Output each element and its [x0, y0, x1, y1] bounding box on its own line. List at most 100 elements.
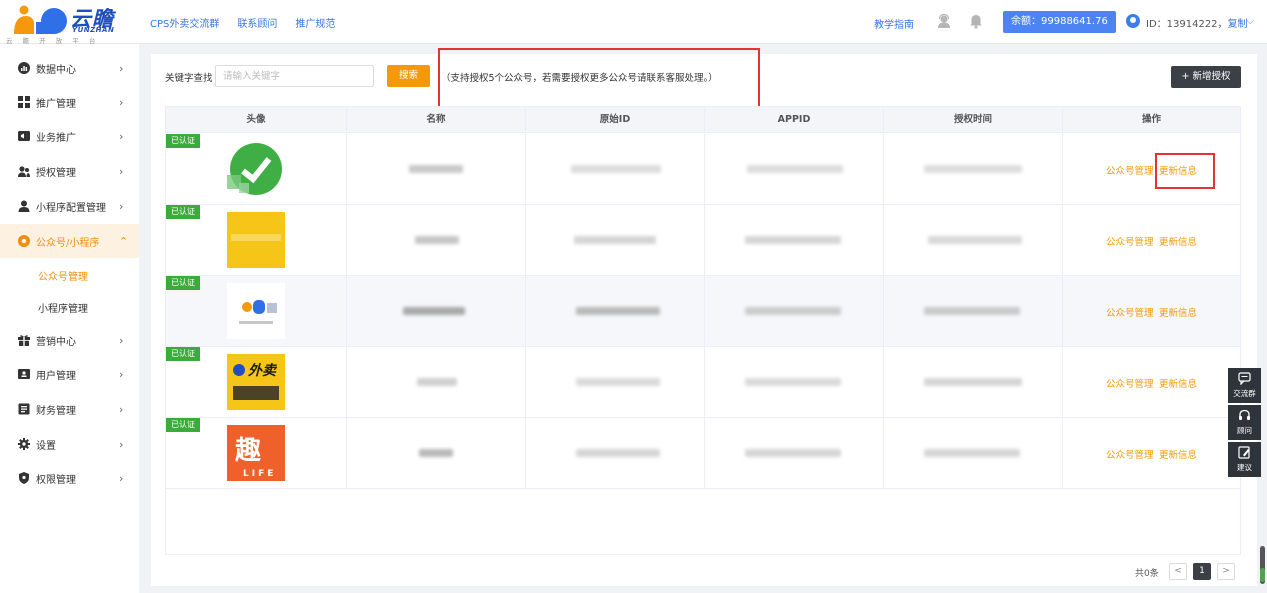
chevron-right-icon: › [119, 333, 124, 347]
sidebar-item-miniprogram-config[interactable]: 小程序配置管理 › [0, 189, 139, 223]
update-info-link[interactable]: 更新信息 [1159, 376, 1197, 390]
redacted-text [403, 307, 465, 315]
float-advisor-button[interactable]: 顾问 [1228, 405, 1261, 440]
chart-icon [18, 62, 30, 74]
users-icon [18, 166, 30, 177]
logo-mark-icon [14, 5, 67, 34]
nav-link-contact-advisor[interactable]: 联系顾问 [237, 15, 277, 30]
headset-icon [1239, 409, 1250, 420]
user-id-text: ID：13914222， [1146, 19, 1228, 30]
page-scrollbar[interactable] [1260, 546, 1265, 584]
sidebar-item-settings[interactable]: 设置 › [0, 427, 139, 461]
nav-link-promotion-rules[interactable]: 推广规范 [295, 15, 335, 30]
redacted-text [415, 236, 459, 244]
brand-logo[interactable]: 云瞻 YUNZHAN 云 瞻 开 放 平 台 [6, 3, 116, 45]
manage-account-link[interactable]: 公众号管理 [1106, 447, 1154, 461]
update-info-link[interactable]: 更新信息 [1159, 234, 1197, 248]
sidebar: 数据中心 › 推广管理 › 业务推广 › 授权管理 › 小程序配置管理 › 公众… [0, 44, 139, 593]
verified-badge: 已认证 [166, 276, 200, 290]
table-row: 已认证 公众号管理 更新信息 [166, 276, 1240, 347]
chevron-up-icon: ⌃ [119, 234, 129, 248]
actions-cell: 公众号管理 更新信息 [1063, 276, 1240, 347]
update-info-link[interactable]: 更新信息 [1159, 305, 1197, 319]
update-info-link[interactable]: 更新信息 [1159, 447, 1197, 461]
manage-account-link[interactable]: 公众号管理 [1106, 234, 1154, 248]
edit-icon [1238, 446, 1250, 459]
sidebar-item-official-account[interactable]: 公众号/小程序 ⌃ [0, 224, 139, 258]
manage-account-link[interactable]: 公众号管理 [1106, 163, 1154, 177]
column-header-name: 名称 [347, 107, 526, 133]
account-avatar-image: 趣 LIFE [227, 425, 285, 481]
sidebar-item-label: 财务管理 [36, 405, 76, 417]
sidebar-item-label: 推广管理 [36, 98, 76, 110]
bell-icon[interactable] [968, 13, 984, 29]
name-cell [347, 276, 526, 347]
redacted-text [924, 449, 1020, 457]
add-authorization-button[interactable]: + 新增授权 [1171, 66, 1241, 88]
redacted-text [745, 307, 841, 315]
teaching-guide-link[interactable]: 教学指南 [874, 16, 914, 31]
verified-badge: 已认证 [166, 347, 200, 361]
column-header-actions: 操作 [1141, 114, 1161, 125]
sidebar-item-finance-mgmt[interactable]: 财务管理 › [0, 392, 139, 426]
sidebar-item-data-center[interactable]: 数据中心 › [0, 51, 139, 85]
avatar[interactable] [1126, 14, 1140, 28]
redacted-text [576, 378, 660, 386]
actions-cell: 公众号管理 更新信息 [1063, 205, 1240, 276]
chevron-right-icon: › [119, 367, 124, 381]
top-nav: CPS外卖交流群 联系顾问 推广规范 [150, 15, 335, 30]
sidebar-item-user-mgmt[interactable]: 用户管理 › [0, 357, 139, 391]
sidebar-subitem-miniprogram-mgmt[interactable]: 小程序管理 [0, 290, 139, 322]
verified-badge: 已认证 [166, 418, 200, 432]
megaphone-icon [18, 131, 30, 141]
sidebar-item-label: 授权管理 [36, 167, 76, 179]
id-card-icon [18, 369, 30, 379]
sidebar-item-label: 设置 [36, 440, 56, 452]
appid-cell [705, 347, 884, 418]
sidebar-item-marketing-center[interactable]: 营销中心 › [0, 323, 139, 357]
balance-badge[interactable]: 余额：99988641.76 [1003, 11, 1116, 33]
verified-badge: 已认证 [166, 134, 200, 148]
sidebar-item-label: 公众号/小程序 [36, 237, 100, 249]
column-header-appid: APPID [705, 107, 884, 133]
name-cell [347, 418, 526, 489]
float-suggestion-button[interactable]: 建议 [1228, 442, 1261, 477]
redacted-text [571, 165, 661, 173]
sidebar-item-permission-mgmt[interactable]: 权限管理 › [0, 461, 139, 495]
sidebar-item-label: 小程序配置管理 [36, 202, 106, 214]
avatar-cell: 已认证 外卖 [166, 347, 347, 418]
pagination-page-button[interactable]: 1 [1193, 563, 1211, 580]
chevron-right-icon: › [119, 95, 124, 109]
manage-account-link[interactable]: 公众号管理 [1106, 376, 1154, 390]
pagination-next-button[interactable]: > [1217, 563, 1235, 580]
sidebar-subitem-official-account-mgmt[interactable]: 公众号管理 [0, 258, 139, 290]
table-header: 头像 名称 原始ID APPID 授权时间 操作 [166, 107, 1240, 133]
keyword-search-input[interactable] [215, 65, 374, 87]
verified-badge: 已认证 [166, 205, 200, 219]
nav-link-cps-group[interactable]: CPS外卖交流群 [150, 15, 219, 30]
manage-account-link[interactable]: 公众号管理 [1106, 305, 1154, 319]
pagination-prev-button[interactable]: < [1169, 563, 1187, 580]
chevron-down-icon[interactable]: ⌵ [1246, 14, 1254, 28]
auth-time-cell [884, 418, 1063, 489]
appid-cell [705, 205, 884, 276]
name-cell [347, 134, 526, 205]
main-panel: 关键字查找 搜索 （支持授权5个公众号，若需要授权更多公众号请联系客服处理。） … [151, 48, 1257, 586]
sidebar-item-business-promotion[interactable]: 业务推广 › [0, 119, 139, 153]
brand-name-en: YUNZHAN [72, 26, 115, 34]
support-agent-icon[interactable] [936, 13, 952, 29]
user-id-label: ID：13914222，复制 [1146, 15, 1248, 30]
account-avatar-image [227, 283, 285, 339]
float-chat-group-button[interactable]: 交流群 [1228, 368, 1261, 403]
sidebar-item-promotion-mgmt[interactable]: 推广管理 › [0, 85, 139, 119]
actions-cell: 公众号管理 更新信息 [1063, 418, 1240, 489]
wallet-icon [18, 403, 30, 415]
sidebar-item-authorization-mgmt[interactable]: 授权管理 › [0, 154, 139, 188]
sidebar-item-label: 权限管理 [36, 474, 76, 486]
search-button[interactable]: 搜索 [387, 65, 430, 87]
redacted-text [924, 307, 1020, 315]
redacted-text [574, 236, 656, 244]
auth-time-cell [884, 347, 1063, 418]
redacted-text [745, 378, 841, 386]
copy-id-link[interactable]: 复制 [1228, 19, 1248, 30]
